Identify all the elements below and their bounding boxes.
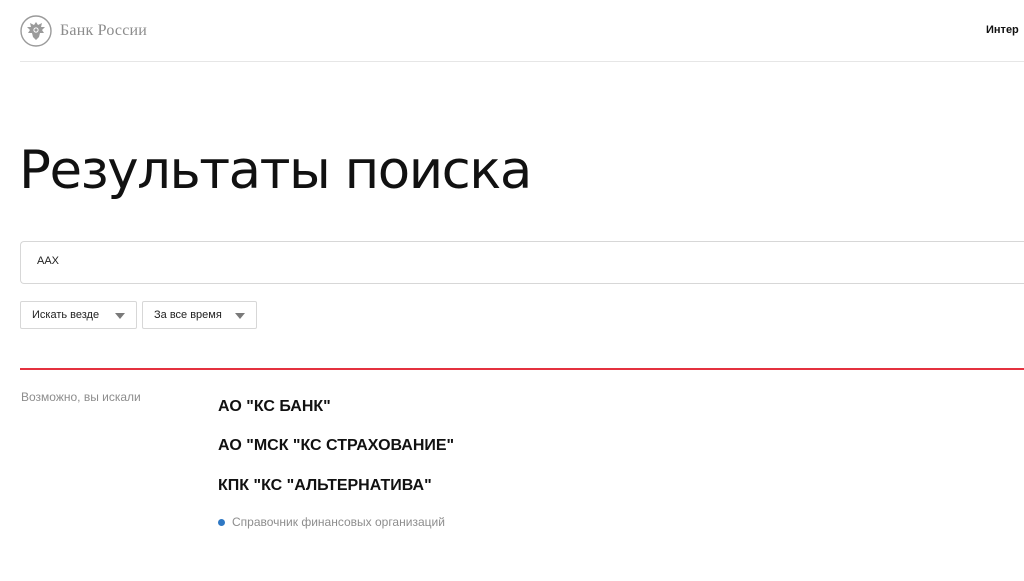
header-nav-link[interactable]: Интер bbox=[986, 24, 1019, 36]
header-divider bbox=[20, 61, 1024, 62]
scope-dropdown-label: Искать везде bbox=[32, 309, 100, 321]
suggestion-source-label: Справочник финансовых организаций bbox=[232, 515, 445, 529]
page-title: Результаты поиска bbox=[19, 140, 532, 201]
logo-text: Банк России bbox=[60, 22, 148, 39]
bank-logo[interactable]: Банк России bbox=[20, 15, 147, 47]
suggestions-label: Возможно, вы искали bbox=[21, 390, 141, 404]
bullet-dot-icon bbox=[218, 518, 225, 526]
suggestion-link[interactable]: АО "КС БАНК" bbox=[218, 398, 331, 416]
search-input[interactable] bbox=[37, 255, 937, 267]
suggestion-source: Справочник финансовых организаций bbox=[218, 515, 445, 529]
search-box[interactable] bbox=[20, 241, 1024, 284]
eagle-emblem-icon bbox=[20, 15, 52, 47]
period-dropdown[interactable]: За все время bbox=[142, 301, 257, 329]
period-dropdown-label: За все время bbox=[154, 309, 222, 321]
results-divider bbox=[20, 368, 1024, 370]
chevron-down-icon bbox=[115, 313, 125, 319]
suggestion-link[interactable]: АО "МСК "КС СТРАХОВАНИЕ" bbox=[218, 437, 454, 455]
site-header: Банк России Интер bbox=[0, 0, 1024, 62]
chevron-down-icon bbox=[235, 313, 245, 319]
suggestion-link[interactable]: КПК "КС "АЛЬТЕРНАТИВА" bbox=[218, 477, 432, 495]
scope-dropdown[interactable]: Искать везде bbox=[20, 301, 137, 329]
